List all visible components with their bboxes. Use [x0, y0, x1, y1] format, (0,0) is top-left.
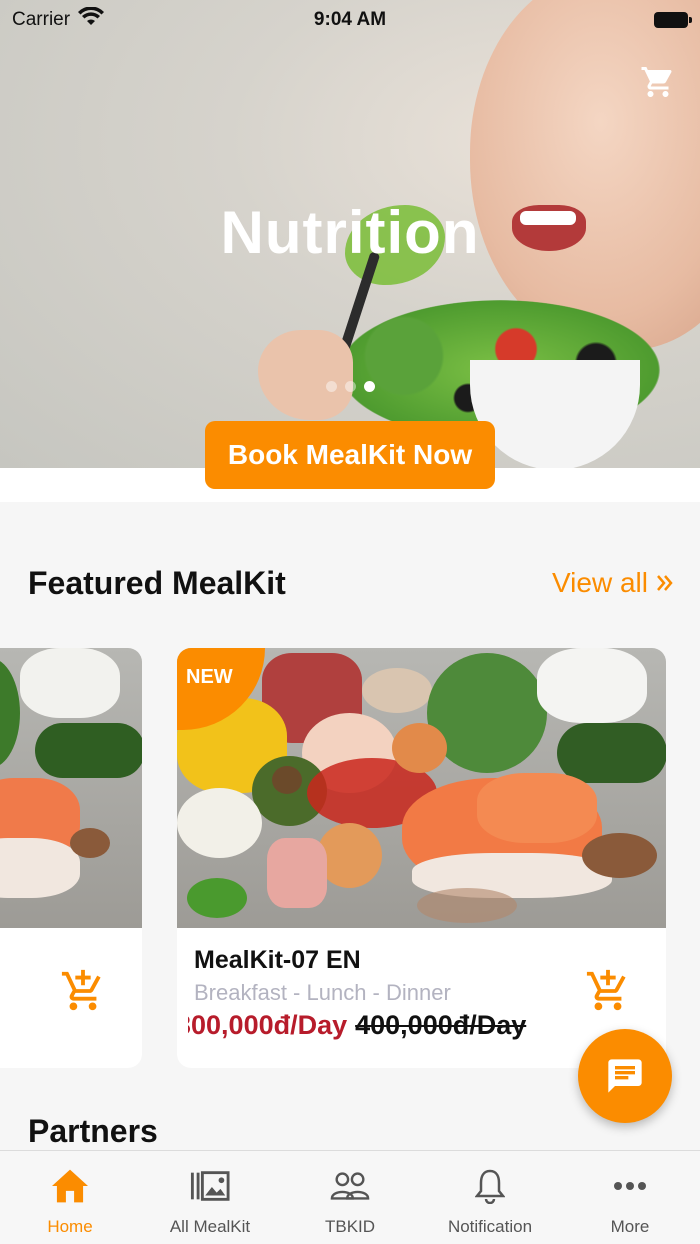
status-bar: Carrier 9:04 AM: [0, 0, 700, 40]
partners-title: Partners: [28, 1113, 158, 1149]
tab-label: More: [610, 1217, 650, 1236]
tab-bar: Home All MealKit TBKID Notification More: [0, 1150, 700, 1244]
featured-title: Featured MealKit: [28, 565, 286, 601]
gallery-icon: [190, 1167, 230, 1205]
clock: 9:04 AM: [313, 9, 387, 30]
add-to-cart-button[interactable]: [583, 966, 633, 1016]
book-mealkit-button[interactable]: Book MealKit Now: [205, 421, 495, 489]
view-all-link[interactable]: View all: [552, 567, 674, 599]
tab-label: Notification: [447, 1217, 533, 1236]
mealkit-name: MealKit-07 EN: [194, 946, 361, 974]
tab-label: All MealKit: [169, 1217, 251, 1236]
hero-photo-face: [470, 0, 700, 350]
hero-title: Nutrition: [220, 199, 480, 266]
hero-photo-hand: [258, 330, 353, 420]
mealkit-price: 300,000đ/Day: [188, 1010, 348, 1040]
tab-label: TBKID: [324, 1217, 376, 1236]
bell-icon: [470, 1167, 510, 1205]
tab-notification[interactable]: Notification: [420, 1151, 560, 1244]
tab-tbkid[interactable]: TBKID: [280, 1151, 420, 1244]
mealkit-card-previous[interactable]: [0, 648, 142, 1068]
add-to-cart-button[interactable]: [58, 966, 108, 1016]
double-chevron-right-icon: [657, 575, 673, 591]
more-icon: [610, 1167, 650, 1205]
mealkit-photo: [0, 648, 142, 928]
price-row: 300,000đ/Day 400,000đ/Day: [188, 1010, 588, 1050]
carousel-dot[interactable]: [344, 381, 356, 392]
chat-button[interactable]: [578, 1029, 672, 1123]
mealkit-meals: Breakfast - Lunch - Dinner: [194, 980, 451, 1005]
chat-icon: [608, 1059, 642, 1093]
mealkit-old-price: 400,000đ/Day: [355, 1010, 527, 1040]
cart-button[interactable]: [638, 62, 678, 102]
tab-more[interactable]: More: [560, 1151, 700, 1244]
view-all-label: View all: [552, 567, 648, 598]
hero-photo-bowl: [470, 360, 640, 468]
carousel-dot-active[interactable]: [363, 381, 375, 392]
carrier-label: Carrier: [12, 9, 71, 30]
tab-home[interactable]: Home: [0, 1151, 140, 1244]
hero-banner[interactable]: Nutrition: [0, 0, 700, 468]
add-cart-icon: [61, 969, 101, 1011]
tab-all-mealkit[interactable]: All MealKit: [140, 1151, 280, 1244]
tab-label: Home: [47, 1217, 93, 1236]
add-cart-icon: [586, 969, 626, 1011]
people-icon: [330, 1167, 370, 1205]
carousel-dots[interactable]: [0, 381, 700, 392]
cart-icon: [641, 67, 672, 97]
carousel-dot[interactable]: [325, 381, 337, 392]
battery-icon: [654, 12, 692, 28]
wifi-icon: [78, 6, 105, 33]
home-icon: [50, 1167, 90, 1205]
